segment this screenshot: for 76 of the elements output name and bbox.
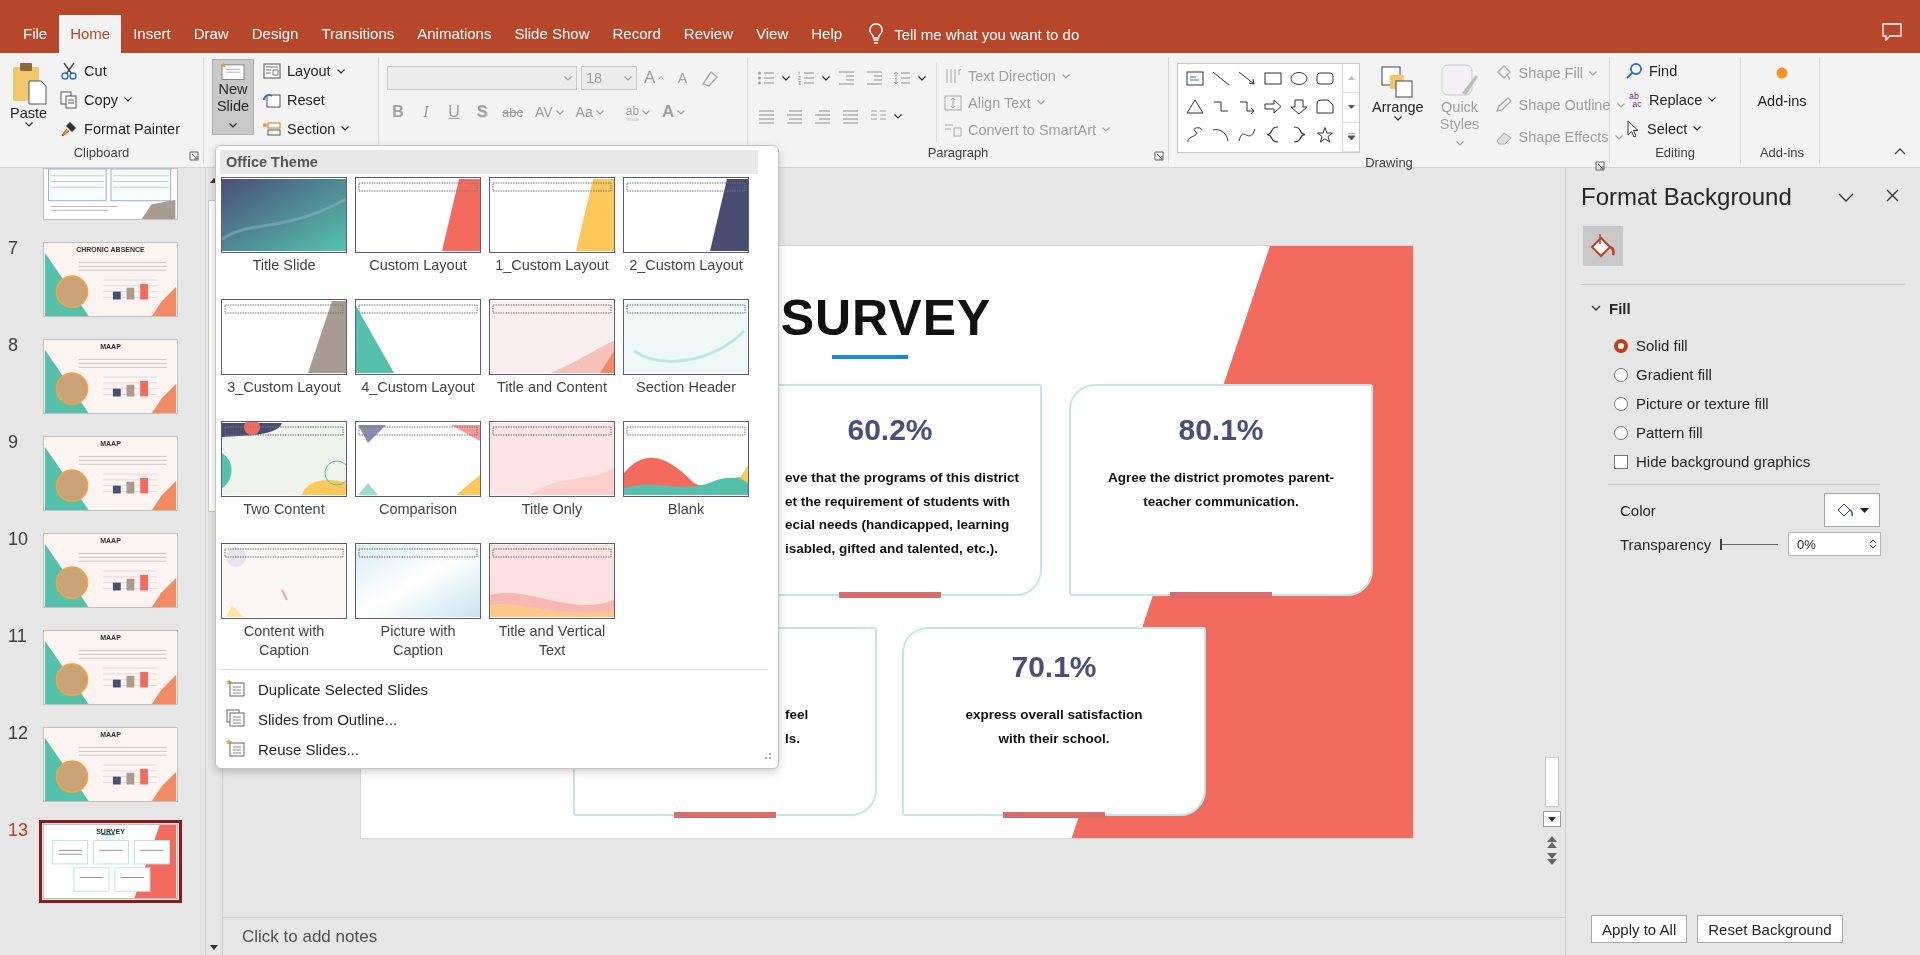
stat-value: 80.1%: [1177, 412, 1265, 448]
notes-field[interactable]: Click to add notes: [223, 917, 1565, 955]
slide-number: 12: [7, 723, 30, 744]
ribbon-tab[interactable]: View: [745, 15, 800, 53]
slide-number: 7: [7, 238, 19, 259]
layout-option[interactable]: 4_Custom Layout: [356, 299, 480, 421]
group-label: Clipboard: [0, 143, 203, 163]
group-label: Editing: [1654, 144, 1696, 162]
pane-button[interactable]: Apply to All: [1591, 915, 1688, 943]
slide-number: 9: [7, 432, 19, 453]
ribbon-tab[interactable]: Review: [672, 15, 745, 53]
layout-option[interactable]: Title Slide: [222, 177, 346, 299]
stat-text: express overall satisfaction with their school.: [964, 706, 1144, 748]
paste-button[interactable]: Paste: [6, 57, 52, 143]
ribbon-tab[interactable]: Transitions: [310, 15, 406, 53]
layout-option[interactable]: 2_Custom Layout: [624, 177, 748, 299]
ribbon-tab[interactable]: Slide Show: [503, 15, 601, 53]
format-painter-button[interactable]: Format Painter: [57, 115, 183, 142]
ribbon-tab[interactable]: Insert: [122, 15, 182, 53]
layout-option[interactable]: 3_Custom Layout: [222, 299, 346, 421]
stat-text: Agree the district promotes parent- teacher communication.: [1107, 469, 1335, 511]
layout-option[interactable]: Blank: [624, 421, 748, 543]
ribbon-tab[interactable]: Record: [601, 15, 672, 53]
group-label: Add-ins: [1758, 144, 1806, 162]
slide-number: 13: [7, 820, 30, 841]
ribbon-tab[interactable]: Design: [240, 15, 310, 53]
replace-glyph: ab ac: [1628, 92, 1643, 108]
pane-button[interactable]: Reset Background: [1697, 915, 1843, 943]
ribbon-tab[interactable]: Draw: [182, 15, 240, 53]
menu-item[interactable]: Slides from Outline...: [220, 704, 520, 734]
tell-me-search[interactable]: Tell me what you want to do: [894, 25, 1080, 43]
radio-label: Solid fill: [1636, 337, 1688, 354]
layout-option[interactable]: Two Content: [222, 421, 346, 543]
radio-label: Picture or texture fill: [1636, 395, 1769, 412]
checkbox-label: Hide background graphics: [1636, 453, 1811, 470]
ribbon-tab[interactable]: File: [12, 15, 59, 53]
section-button[interactable]: Section: [260, 115, 353, 142]
slide-number: 11: [7, 626, 28, 647]
ribbon-tab[interactable]: Help: [800, 15, 854, 53]
stat-text: feel ls.: [784, 706, 810, 748]
radio-label: Pattern fill: [1636, 424, 1703, 441]
slide-number: 10: [7, 529, 30, 550]
stat-value: 60.2%: [846, 412, 934, 448]
layout-option[interactable]: Section Header: [624, 299, 748, 421]
add-ins-button[interactable]: Add-ins: [1753, 57, 1811, 143]
select-button[interactable]: Select: [1622, 115, 1720, 142]
layout-option[interactable]: 1_Custom Layout: [490, 177, 614, 299]
stat-text: eve that the programs of this district et the requirement of students with ecial needs (handicapped, learning isabled, gifted and talented, etc.).: [784, 469, 1021, 558]
layout-option[interactable]: Custom Layout: [356, 177, 480, 299]
color-label: Color: [1620, 501, 1657, 519]
cut-button[interactable]: Cut: [57, 58, 183, 85]
layout-option[interactable]: Title Only: [490, 421, 614, 543]
group-label: Drawing: [1169, 153, 1609, 173]
ribbon-tab[interactable]: Home: [59, 15, 122, 53]
layout-option[interactable]: Comparison: [356, 421, 480, 543]
copy-button[interactable]: Copy: [57, 87, 183, 113]
layout-option[interactable]: Content with Caption: [222, 543, 346, 665]
stat-value: 70.1%: [1010, 649, 1098, 685]
arrange-button[interactable]: Arrange: [1368, 57, 1428, 153]
pane-title: Format Background: [1581, 183, 1793, 211]
transparency-field[interactable]: 0%: [1788, 532, 1881, 556]
menu-item[interactable]: Reuse Slides...: [220, 734, 520, 764]
menu-header: Office Theme: [220, 150, 758, 174]
slide-title: SURVEY: [779, 289, 993, 348]
menu-item[interactable]: Duplicate Selected Slides: [220, 674, 520, 704]
layout-option[interactable]: Title and Content: [490, 299, 614, 421]
transparency-label: Transparency: [1620, 535, 1713, 553]
radio-label: Gradient fill: [1636, 366, 1712, 383]
new-slide-button[interactable]: New Slide: [212, 59, 254, 135]
layout-button[interactable]: Layout: [260, 58, 353, 85]
layout-option[interactable]: Picture with Caption: [356, 543, 480, 665]
layout-option[interactable]: Title and Vertical Text: [490, 543, 614, 665]
slide-number: 8: [7, 335, 19, 356]
fill-section-header[interactable]: Fill: [1591, 297, 1905, 319]
reset-button[interactable]: Reset: [260, 87, 353, 113]
ribbon-tab[interactable]: Animations: [406, 15, 503, 53]
